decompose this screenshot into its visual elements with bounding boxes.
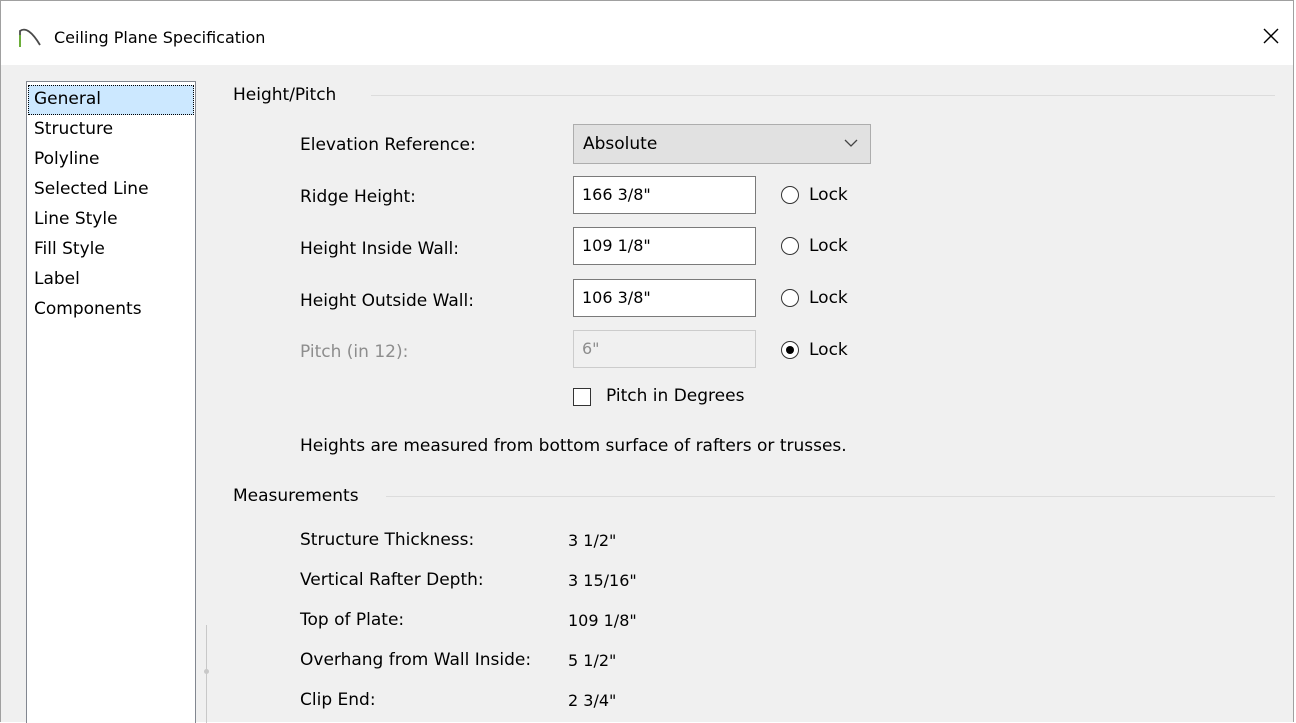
ridge-height-label: Ridge Height: bbox=[300, 187, 416, 207]
measurement-label: Top of Plate: bbox=[300, 610, 405, 630]
height-outside-wall-input[interactable]: 106 3/8" bbox=[573, 279, 756, 317]
height-inside-wall-label: Height Inside Wall: bbox=[300, 239, 459, 259]
group-title-height-pitch: Height/Pitch bbox=[233, 85, 349, 105]
measurement-value: 3 15/16" bbox=[568, 571, 637, 590]
height-inside-wall-lock-radio[interactable] bbox=[781, 237, 799, 255]
sidebar-item-polyline[interactable]: Polyline bbox=[28, 145, 194, 175]
height-inside-wall-input[interactable]: 109 1/8" bbox=[573, 227, 756, 265]
height-outside-wall-lock-label[interactable]: Lock bbox=[809, 288, 848, 308]
height-outside-wall-label: Height Outside Wall: bbox=[300, 291, 474, 311]
elevation-reference-label: Elevation Reference: bbox=[300, 135, 476, 155]
pitch-lock-label[interactable]: Lock bbox=[809, 340, 848, 360]
height-outside-wall-lock-radio[interactable] bbox=[781, 289, 799, 307]
sidebar-item-structure[interactable]: Structure bbox=[28, 115, 194, 145]
group-divider-measurements bbox=[386, 496, 1275, 497]
pitch-in-degrees-checkbox[interactable] bbox=[573, 388, 591, 406]
pitch-lock-radio[interactable] bbox=[781, 341, 799, 359]
dialog-window: Ceiling Plane Specification General Stru… bbox=[0, 0, 1294, 723]
measurement-label: Overhang from Wall Inside: bbox=[300, 650, 532, 670]
elevation-reference-value: Absolute bbox=[583, 134, 658, 154]
ridge-height-input[interactable]: 166 3/8" bbox=[573, 176, 756, 214]
ceiling-plane-icon bbox=[19, 28, 41, 47]
ridge-height-lock-radio[interactable] bbox=[781, 186, 799, 204]
measurement-label: Vertical Rafter Depth: bbox=[300, 570, 484, 590]
measurement-label: Clip End: bbox=[300, 690, 376, 710]
sidebar-item-label[interactable]: Label bbox=[28, 265, 194, 295]
measurement-value: 5 1/2" bbox=[568, 651, 617, 670]
sidebar-item-components[interactable]: Components bbox=[28, 295, 194, 325]
sidebar-item-fill-style[interactable]: Fill Style bbox=[28, 235, 194, 265]
radio-selected-dot bbox=[785, 345, 794, 354]
panel-list: General Structure Polyline Selected Line… bbox=[26, 81, 196, 723]
sidebar-item-general[interactable]: General bbox=[28, 85, 194, 115]
measurement-value: 2 3/4" bbox=[568, 691, 617, 710]
measurement-value: 109 1/8" bbox=[568, 611, 637, 630]
group-title-measurements: Measurements bbox=[233, 486, 371, 506]
elevation-reference-select[interactable]: Absolute bbox=[573, 124, 871, 164]
close-button[interactable] bbox=[1249, 16, 1293, 56]
window-title: Ceiling Plane Specification bbox=[54, 28, 266, 47]
pitch-input[interactable]: 6" bbox=[573, 330, 756, 368]
sidebar-item-line-style[interactable]: Line Style bbox=[28, 205, 194, 235]
heights-note: Heights are measured from bottom surface… bbox=[300, 436, 847, 456]
general-panel: Height/Pitch Elevation Reference: Absolu… bbox=[211, 65, 1293, 722]
splitter[interactable] bbox=[206, 625, 207, 723]
dialog-content: General Structure Polyline Selected Line… bbox=[1, 65, 1293, 723]
ridge-height-lock-label[interactable]: Lock bbox=[809, 185, 848, 205]
height-inside-wall-lock-label[interactable]: Lock bbox=[809, 236, 848, 256]
close-icon bbox=[1263, 28, 1279, 44]
title-bar: Ceiling Plane Specification bbox=[1, 1, 1293, 65]
pitch-label: Pitch (in 12): bbox=[300, 342, 409, 362]
sidebar-item-selected-line[interactable]: Selected Line bbox=[28, 175, 194, 205]
group-divider-height-pitch bbox=[371, 95, 1275, 96]
measurement-value: 3 1/2" bbox=[568, 531, 617, 550]
measurement-label: Structure Thickness: bbox=[300, 530, 475, 550]
splitter-grip bbox=[204, 669, 209, 674]
pitch-in-degrees-label[interactable]: Pitch in Degrees bbox=[606, 386, 744, 406]
chevron-down-icon bbox=[844, 139, 858, 147]
